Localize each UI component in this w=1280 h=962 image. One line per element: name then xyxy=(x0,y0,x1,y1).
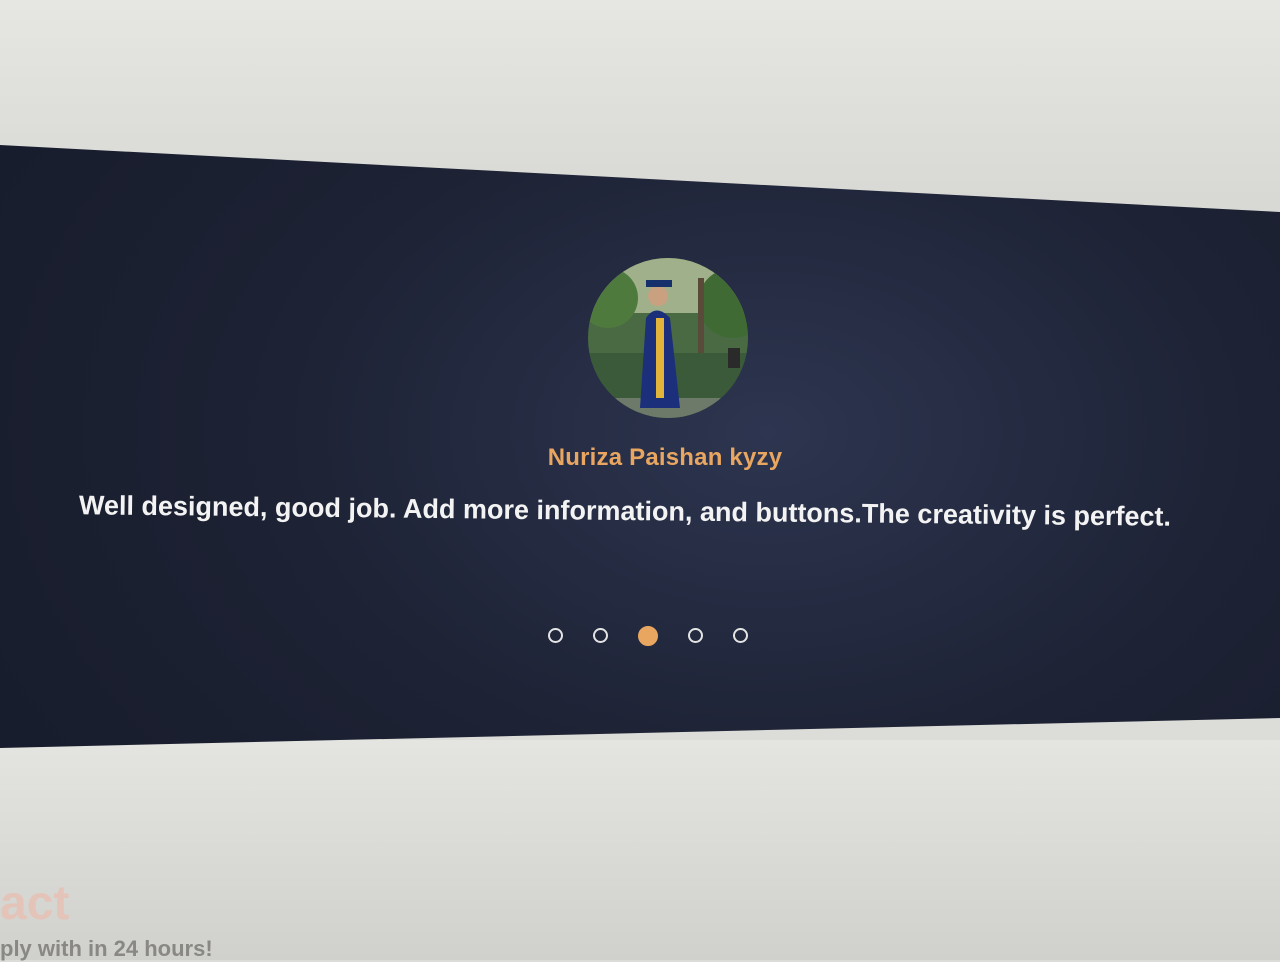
page-background-bottom xyxy=(0,740,1280,960)
carousel-dot-5[interactable] xyxy=(733,628,748,643)
graduate-photo xyxy=(588,258,748,418)
author-avatar xyxy=(588,258,748,418)
contact-heading: act xyxy=(0,877,70,930)
contact-subtitle: ply with in 24 hours! xyxy=(0,936,213,961)
testimonial-quote: Well designed, good job. Add more inform… xyxy=(78,490,1172,532)
carousel-dot-2[interactable] xyxy=(593,628,608,643)
carousel-dot-3-active[interactable] xyxy=(638,626,658,646)
carousel-dot-4[interactable] xyxy=(688,628,703,643)
author-name: Nuriza Paishan kyzy xyxy=(547,444,783,471)
carousel-pagination xyxy=(548,626,748,646)
carousel-dot-1[interactable] xyxy=(548,628,563,643)
